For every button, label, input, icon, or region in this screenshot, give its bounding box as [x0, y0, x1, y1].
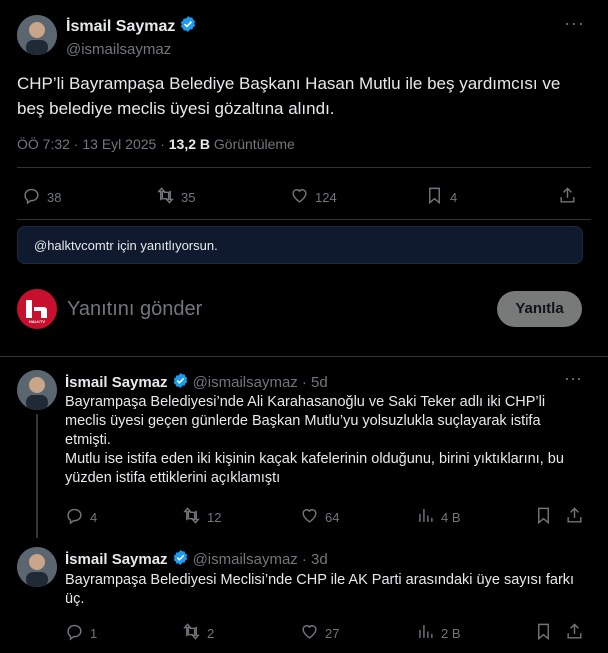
retweet-count: 2 — [207, 625, 215, 641]
analytics-icon — [416, 506, 435, 528]
author-handle[interactable]: @ismailsaymaz — [66, 41, 197, 58]
like-count: 124 — [315, 189, 337, 205]
composer-avatar-logo-text: HALKTV — [28, 319, 46, 324]
views-count: 4 B — [441, 509, 461, 525]
more-options-icon[interactable]: ··· — [564, 13, 585, 34]
divider — [0, 356, 608, 357]
like-action[interactable]: 124 — [290, 186, 337, 208]
reply-action[interactable]: 1 — [65, 622, 97, 644]
thread-header: İsmail Saymaz @ismailsaymaz · 5d — [65, 372, 328, 393]
bookmark-action[interactable] — [534, 622, 553, 644]
views-action[interactable]: 2 B — [416, 622, 461, 644]
share-action[interactable] — [565, 622, 584, 644]
thread-author-name[interactable]: İsmail Saymaz — [65, 551, 168, 568]
tweet-meta: ÖÖ 7:32 · 13 Eyl 2025 · 13,2 B Görüntüle… — [17, 136, 295, 152]
tweet-timestamp[interactable]: ÖÖ 7:32 · 13 Eyl 2025 · — [17, 136, 169, 152]
share-icon — [558, 186, 577, 208]
reply-action[interactable]: 4 — [65, 506, 97, 528]
thread-author-name[interactable]: İsmail Saymaz — [65, 374, 168, 391]
author-name[interactable]: İsmail Saymaz — [66, 18, 175, 36]
reply-input[interactable]: Yanıtını gönder — [67, 298, 202, 321]
reply-count: 4 — [90, 509, 98, 525]
thread-age[interactable]: · 5d — [302, 374, 328, 391]
reply-action[interactable]: 38 — [22, 186, 61, 208]
thread-tweet-text: Bayrampaşa Belediyesi Meclisi’nde CHP il… — [65, 572, 575, 607]
reply-submit-button[interactable]: Yanıtla — [497, 291, 582, 327]
retweet-action[interactable]: 12 — [182, 506, 221, 528]
thread-avatar[interactable] — [17, 547, 57, 587]
tweet-text: CHP’li Bayrampaşa Belediye Başkanı Hasan… — [17, 74, 561, 118]
author-header: İsmail Saymaz @ismailsaymaz — [66, 15, 197, 58]
retweet-action[interactable]: 2 — [182, 622, 214, 644]
retweet-icon — [156, 186, 175, 208]
reply-icon — [22, 186, 41, 208]
heart-icon — [290, 186, 309, 208]
like-count: 64 — [325, 509, 340, 525]
divider — [17, 167, 591, 168]
reply-count: 38 — [47, 189, 62, 205]
thread-avatar[interactable] — [17, 370, 57, 410]
more-options-icon[interactable]: ··· — [564, 368, 582, 389]
verified-badge-icon — [172, 372, 189, 393]
bookmark-icon — [534, 506, 553, 528]
heart-icon — [300, 506, 319, 528]
like-action[interactable]: 64 — [300, 506, 339, 528]
replying-to-banner[interactable]: @halktvcomtr için yanıtlıyorsun. — [17, 226, 583, 264]
divider — [17, 219, 591, 220]
share-action[interactable] — [565, 506, 584, 528]
thread-connector-line — [36, 414, 38, 538]
reply-icon — [65, 506, 84, 528]
retweet-count: 35 — [181, 189, 196, 205]
like-action[interactable]: 27 — [300, 622, 339, 644]
retweet-action[interactable]: 35 — [156, 186, 195, 208]
verified-badge-icon — [172, 549, 189, 570]
bookmark-icon — [425, 186, 444, 208]
main-actions: 38 35 124 4 — [22, 186, 582, 208]
thread-actions: 4 12 64 4 B — [65, 506, 585, 526]
views-count: 13,2 B — [168, 136, 210, 152]
verified-badge-icon — [179, 15, 197, 38]
analytics-icon — [416, 622, 435, 644]
share-action[interactable] — [558, 186, 577, 208]
views-count: 2 B — [441, 625, 461, 641]
thread-tweet-text: Bayrampaşa Belediyesi’nde Ali Karahasano… — [65, 393, 585, 488]
share-icon — [565, 622, 584, 644]
like-count: 27 — [325, 625, 340, 641]
thread-actions: 1 2 27 2 B — [65, 622, 585, 642]
thread-age[interactable]: · 3d — [302, 551, 328, 568]
bookmark-action[interactable] — [534, 506, 553, 528]
reply-icon — [65, 622, 84, 644]
thread-author-handle[interactable]: @ismailsaymaz — [193, 374, 298, 391]
thread-author-handle[interactable]: @ismailsaymaz — [193, 551, 298, 568]
thread-header: İsmail Saymaz @ismailsaymaz · 3d — [65, 549, 328, 570]
bookmark-action[interactable]: 4 — [425, 186, 457, 208]
bookmark-icon — [534, 622, 553, 644]
bookmark-count: 4 — [450, 189, 458, 205]
retweet-count: 12 — [207, 509, 222, 525]
views-label: Görüntüleme — [210, 136, 295, 152]
thread-tweet-paragraph: Mutlu ise istifa eden iki kişinin kaçak … — [65, 451, 564, 486]
replying-to-text: @halktvcomtr için yanıtlıyorsun. — [34, 238, 218, 253]
retweet-icon — [182, 622, 201, 644]
retweet-icon — [182, 506, 201, 528]
views-action[interactable]: 4 B — [416, 506, 461, 528]
share-icon — [565, 506, 584, 528]
composer-avatar: HALKTV — [17, 289, 57, 329]
thread-tweet-paragraph: Bayrampaşa Belediyesi’nde Ali Karahasano… — [65, 394, 546, 448]
reply-count: 1 — [90, 625, 98, 641]
heart-icon — [300, 622, 319, 644]
author-avatar[interactable] — [17, 15, 57, 55]
